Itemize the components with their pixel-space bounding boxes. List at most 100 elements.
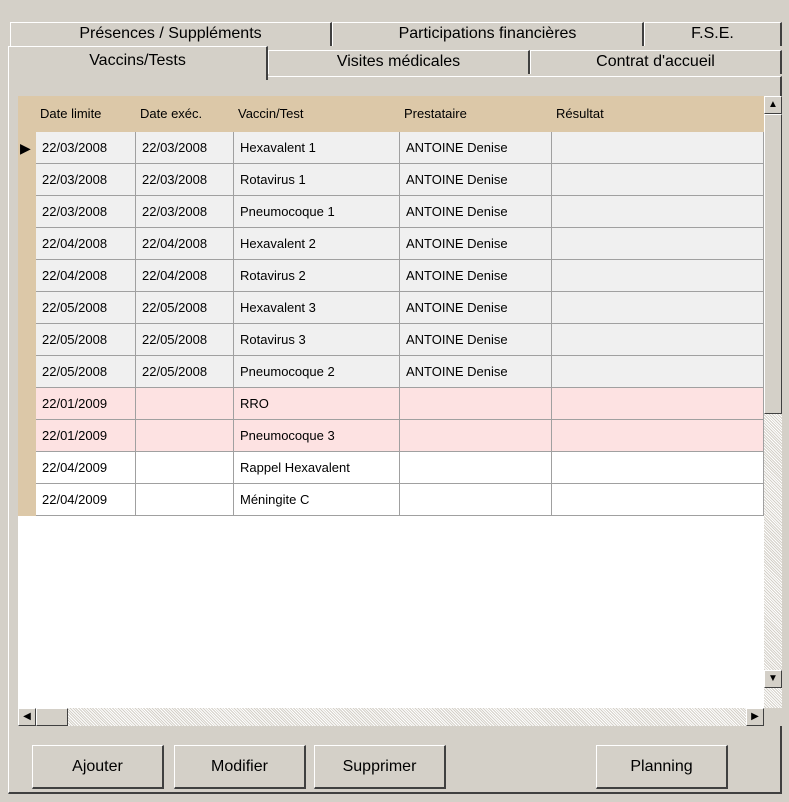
cell-vaccin[interactable]: Rappel Hexavalent — [234, 452, 400, 484]
table-row[interactable]: 22/05/2008 22/05/2008 Rotavirus 3 ANTOINE D… — [36, 324, 764, 356]
cell-date-limite[interactable]: 22/03/2008 — [36, 164, 136, 196]
cell-date-exec[interactable]: 22/05/2008 — [136, 292, 234, 324]
cell-date-exec[interactable] — [136, 484, 234, 516]
cell-date-exec[interactable]: 22/05/2008 — [136, 356, 234, 388]
cell-vaccin[interactable]: Hexavalent 1 — [234, 132, 400, 164]
scroll-left-button[interactable]: ◀ — [18, 708, 36, 726]
cell-prestataire[interactable]: ANTOINE Denise — [400, 292, 552, 324]
cell-date-exec[interactable]: 22/04/2008 — [136, 260, 234, 292]
table-row[interactable]: 22/05/2008 22/05/2008 Hexavalent 3 ANTOINE … — [36, 292, 764, 324]
cell-date-exec[interactable]: 22/03/2008 — [136, 132, 234, 164]
col-date-limite[interactable]: Date limite — [36, 96, 136, 132]
cell-date-limite[interactable]: 22/01/2009 — [36, 388, 136, 420]
cell-vaccin[interactable]: Méningite C — [234, 484, 400, 516]
vaccins-grid[interactable]: Date limite Date exéc. Vaccin/Test Prest… — [18, 96, 764, 708]
cell-date-exec[interactable]: 22/04/2008 — [136, 228, 234, 260]
cell-vaccin[interactable]: Rotavirus 1 — [234, 164, 400, 196]
cell-vaccin[interactable]: RRO — [234, 388, 400, 420]
table-row[interactable]: 22/01/2009 RRO — [36, 388, 764, 420]
modifier-button[interactable]: Modifier — [174, 745, 306, 789]
cell-vaccin[interactable]: Rotavirus 3 — [234, 324, 400, 356]
table-row[interactable]: 22/03/2008 22/03/2008 Rotavirus 1 ANTOINE D… — [36, 164, 764, 196]
cell-date-limite[interactable]: 22/05/2008 — [36, 356, 136, 388]
cell-resultat[interactable] — [552, 132, 764, 164]
cell-resultat[interactable] — [552, 484, 764, 516]
vertical-scroll-thumb[interactable] — [764, 114, 782, 414]
table-row[interactable]: 22/03/2008 22/03/2008 Hexavalent 1 ANTOINE … — [36, 132, 764, 164]
scrollbar-corner — [764, 708, 782, 726]
cell-date-exec[interactable] — [136, 420, 234, 452]
cell-date-limite[interactable]: 22/05/2008 — [36, 324, 136, 356]
cell-date-exec[interactable]: 22/03/2008 — [136, 196, 234, 228]
ajouter-button[interactable]: Ajouter — [32, 745, 164, 789]
cell-vaccin[interactable]: Rotavirus 2 — [234, 260, 400, 292]
cell-prestataire[interactable]: ANTOINE Denise — [400, 196, 552, 228]
cell-resultat[interactable] — [552, 452, 764, 484]
table-row[interactable]: 22/03/2008 22/03/2008 Pneumocoque 1 ANTOINE… — [36, 196, 764, 228]
tab-presences[interactable]: Présences / Suppléments — [10, 22, 332, 46]
tab-participations[interactable]: Participations financières — [332, 22, 644, 46]
current-row-marker-icon: ▶ — [20, 140, 31, 156]
cell-date-exec[interactable] — [136, 388, 234, 420]
cell-resultat[interactable] — [552, 324, 764, 356]
horizontal-scroll-thumb[interactable] — [36, 708, 68, 726]
table-row[interactable]: 22/01/2009 Pneumocoque 3 — [36, 420, 764, 452]
cell-resultat[interactable] — [552, 260, 764, 292]
tab-visites-medicales[interactable]: Visites médicales — [268, 50, 530, 74]
cell-prestataire[interactable] — [400, 484, 552, 516]
cell-resultat[interactable] — [552, 420, 764, 452]
cell-date-limite[interactable]: 22/04/2008 — [36, 260, 136, 292]
cell-resultat[interactable] — [552, 292, 764, 324]
cell-prestataire[interactable] — [400, 388, 552, 420]
cell-date-exec[interactable]: 22/05/2008 — [136, 324, 234, 356]
table-row[interactable]: 22/04/2009 Rappel Hexavalent — [36, 452, 764, 484]
cell-date-limite[interactable]: 22/01/2009 — [36, 420, 136, 452]
cell-prestataire[interactable]: ANTOINE Denise — [400, 228, 552, 260]
supprimer-button[interactable]: Supprimer — [314, 745, 446, 789]
cell-prestataire[interactable]: ANTOINE Denise — [400, 164, 552, 196]
cell-date-limite[interactable]: 22/03/2008 — [36, 132, 136, 164]
cell-date-limite[interactable]: 22/04/2009 — [36, 484, 136, 516]
cell-prestataire[interactable]: ANTOINE Denise — [400, 132, 552, 164]
cell-prestataire[interactable]: ANTOINE Denise — [400, 324, 552, 356]
cell-resultat[interactable] — [552, 228, 764, 260]
cell-resultat[interactable] — [552, 356, 764, 388]
cell-vaccin[interactable]: Hexavalent 2 — [234, 228, 400, 260]
scroll-right-button[interactable]: ▶ — [746, 708, 764, 726]
col-prestataire[interactable]: Prestataire — [400, 96, 552, 132]
col-resultat[interactable]: Résultat — [552, 96, 764, 132]
cell-vaccin[interactable]: Pneumocoque 2 — [234, 356, 400, 388]
tab-fse[interactable]: F.S.E. — [644, 22, 782, 46]
col-vaccin-test[interactable]: Vaccin/Test — [234, 96, 400, 132]
table-row[interactable]: 22/04/2009 Méningite C — [36, 484, 764, 516]
cell-date-exec[interactable] — [136, 452, 234, 484]
cell-date-limite[interactable]: 22/05/2008 — [36, 292, 136, 324]
col-date-exec[interactable]: Date exéc. — [136, 96, 234, 132]
cell-prestataire[interactable]: ANTOINE Denise — [400, 356, 552, 388]
cell-resultat[interactable] — [552, 196, 764, 228]
cell-vaccin[interactable]: Pneumocoque 1 — [234, 196, 400, 228]
planning-button[interactable]: Planning — [596, 745, 728, 789]
cell-prestataire[interactable]: ANTOINE Denise — [400, 260, 552, 292]
cell-date-limite[interactable]: 22/04/2008 — [36, 228, 136, 260]
scroll-up-button[interactable]: ▲ — [764, 96, 782, 114]
cell-vaccin[interactable]: Hexavalent 3 — [234, 292, 400, 324]
horizontal-scrollbar[interactable]: ◀ ▶ — [18, 708, 782, 726]
table-row[interactable]: 22/05/2008 22/05/2008 Pneumocoque 2 ANTOINE… — [36, 356, 764, 388]
vertical-scrollbar[interactable]: ▲ ▼ — [764, 96, 782, 708]
table-row[interactable]: 22/04/2008 22/04/2008 Hexavalent 2 ANTOINE … — [36, 228, 764, 260]
row-indicator-column — [18, 132, 36, 516]
table-row[interactable]: 22/04/2008 22/04/2008 Rotavirus 2 ANTOINE D… — [36, 260, 764, 292]
scroll-down-button[interactable]: ▼ — [764, 670, 782, 688]
grid-header: Date limite Date exéc. Vaccin/Test Prest… — [18, 96, 764, 132]
tab-contrat-accueil[interactable]: Contrat d'accueil — [530, 50, 782, 74]
cell-prestataire[interactable] — [400, 452, 552, 484]
tab-vaccins-tests[interactable]: Vaccins/Tests — [8, 46, 268, 80]
cell-resultat[interactable] — [552, 164, 764, 196]
cell-date-limite[interactable]: 22/04/2009 — [36, 452, 136, 484]
cell-date-limite[interactable]: 22/03/2008 — [36, 196, 136, 228]
cell-vaccin[interactable]: Pneumocoque 3 — [234, 420, 400, 452]
cell-prestataire[interactable] — [400, 420, 552, 452]
cell-resultat[interactable] — [552, 388, 764, 420]
cell-date-exec[interactable]: 22/03/2008 — [136, 164, 234, 196]
